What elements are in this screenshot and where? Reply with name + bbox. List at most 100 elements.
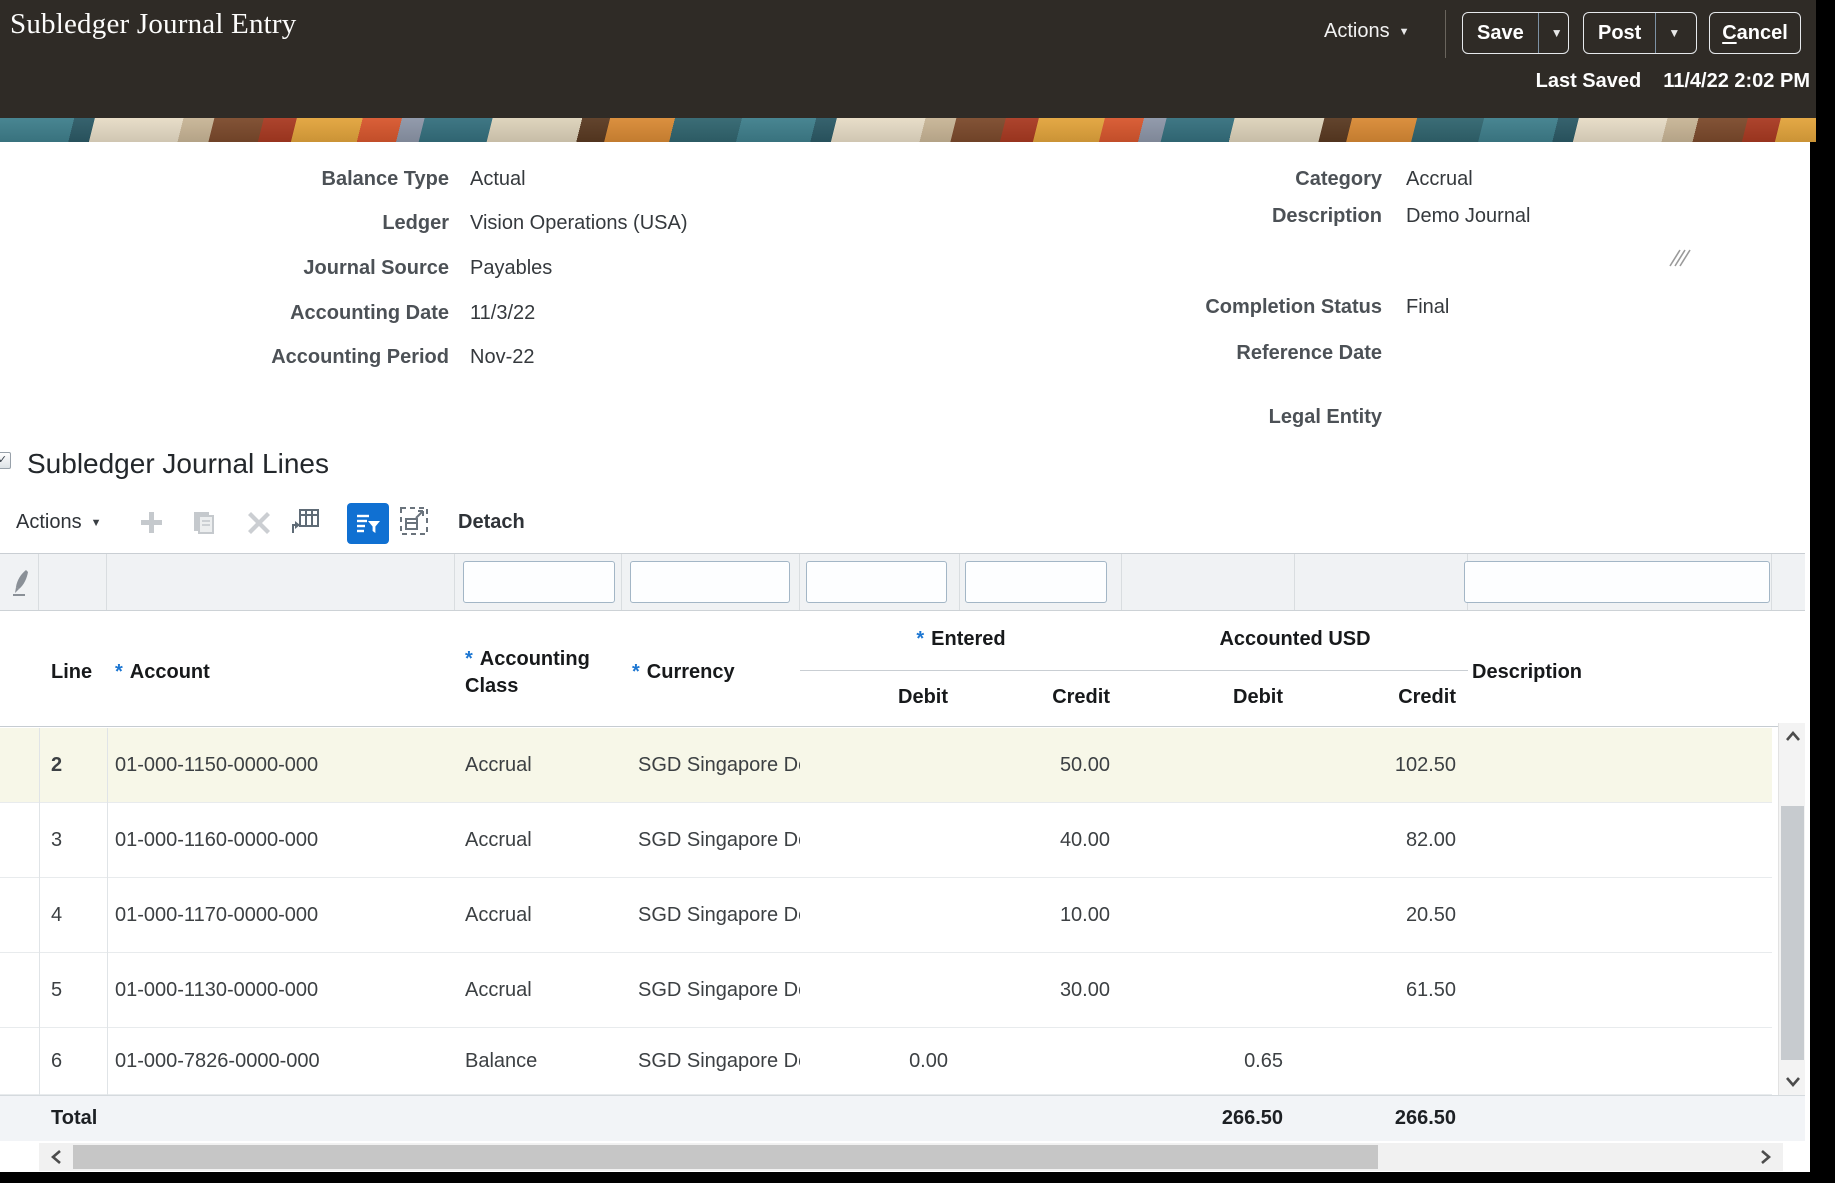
filter-cell-line [39, 554, 107, 610]
col-header-currency[interactable]: * Currency [632, 661, 735, 684]
row-edit-cell [0, 803, 39, 877]
reference-date-label: Reference Date [1236, 342, 1382, 364]
cell-account[interactable]: 01-000-7826-0000-000 [107, 1050, 455, 1073]
row-edit-cell [0, 953, 39, 1027]
accounting-period-value: Nov-22 [470, 346, 535, 368]
cell-accounting-class[interactable]: Balance [455, 1050, 622, 1073]
query-by-example-toggle[interactable] [347, 503, 389, 544]
col-header-line[interactable]: Line [51, 661, 92, 684]
post-button[interactable]: Post ▼ [1583, 12, 1697, 54]
col-header-accounted-debit[interactable]: Debit [1122, 686, 1283, 709]
cell-entered-credit[interactable]: 30.00 [960, 979, 1122, 1002]
vertical-scrollbar[interactable] [1778, 723, 1805, 1095]
filter-cell-accounted-debit [1122, 554, 1295, 610]
section-disclosure-icon[interactable]: ✓ [0, 452, 11, 469]
col-header-description[interactable]: Description [1472, 661, 1582, 684]
accounting-period-label: Accounting Period [271, 346, 449, 368]
horizontal-scroll-thumb[interactable] [73, 1145, 1378, 1169]
table-row[interactable]: 2 01-000-1150-0000-000 Accrual SGD Singa… [0, 728, 1772, 803]
chevron-down-icon: ▼ [90, 516, 102, 529]
cell-currency[interactable]: SGD Singapore Do [622, 904, 800, 927]
col-header-entered-debit[interactable]: Debit [800, 686, 948, 709]
balance-type-value: Actual [470, 168, 526, 190]
scroll-down-icon[interactable] [1779, 1069, 1806, 1095]
vertical-scroll-thumb[interactable] [1781, 806, 1804, 1060]
accounting-date-value: 11/3/22 [470, 302, 536, 324]
chevron-down-icon: ▼ [1668, 26, 1681, 40]
cell-accounting-class[interactable]: Accrual [455, 754, 622, 777]
section-title: Subledger Journal Lines [27, 448, 329, 479]
detach-icon[interactable] [399, 506, 429, 541]
cell-currency[interactable]: SGD Singapore Do [622, 829, 800, 852]
delete-row-icon[interactable] [246, 510, 272, 541]
completion-status-label: Completion Status [1205, 296, 1382, 318]
total-accounted-debit: 266.50 [1221, 1107, 1283, 1129]
cell-accounting-class[interactable]: Accrual [455, 829, 622, 852]
save-button[interactable]: Save ▼ [1462, 12, 1569, 54]
page-body: Balance Type Actual Ledger Vision Operat… [0, 142, 1810, 1172]
filter-input-currency[interactable] [630, 561, 790, 603]
post-button-label[interactable]: Post [1584, 22, 1655, 45]
cell-line: 2 [51, 753, 63, 776]
table-body: 2 01-000-1150-0000-000 Accrual SGD Singa… [0, 728, 1772, 1095]
col-header-accounting-class[interactable]: * Accounting Class [465, 646, 617, 700]
col-group-accounted-usd: Accounted USD [1219, 628, 1371, 650]
save-button-label[interactable]: Save [1463, 22, 1538, 45]
detach-label[interactable]: Detach [458, 511, 525, 534]
row-edit-cell [0, 1028, 39, 1094]
go-to-row-icon[interactable] [290, 507, 321, 541]
filter-input-entered-debit[interactable] [806, 561, 947, 603]
resize-grip-icon[interactable] [1666, 248, 1692, 273]
cell-line: 5 [51, 978, 63, 1001]
header-actions-menu[interactable]: Actions ▼ [1324, 20, 1409, 43]
cell-accounting-class[interactable]: Accrual [455, 904, 622, 927]
cell-line: 6 [51, 1049, 63, 1072]
cell-entered-credit[interactable]: 50.00 [960, 754, 1122, 777]
table-row[interactable]: 4 01-000-1170-0000-000 Accrual SGD Singa… [0, 878, 1772, 953]
total-edit-cell [0, 1096, 39, 1141]
filter-cell-edit [0, 554, 39, 610]
cell-account[interactable]: 01-000-1150-0000-000 [107, 754, 455, 777]
table-row[interactable]: 3 01-000-1160-0000-000 Accrual SGD Singa… [0, 803, 1772, 878]
filter-input-entered-credit[interactable] [965, 561, 1107, 603]
cell-account[interactable]: 01-000-1130-0000-000 [107, 979, 455, 1002]
filter-cell-accounted-credit [1295, 554, 1468, 610]
col-header-account[interactable]: * Account [115, 661, 210, 684]
col-header-accounted-credit[interactable]: Credit [1295, 686, 1456, 709]
total-label: Total [51, 1107, 98, 1129]
scroll-left-icon[interactable] [39, 1143, 73, 1171]
decor-banner [0, 118, 1816, 142]
header-actions-label: Actions [1324, 20, 1390, 42]
cell-currency[interactable]: SGD Singapore Do [622, 754, 800, 777]
filter-input-description[interactable] [1464, 561, 1770, 603]
cancel-button[interactable]: Cancel [1709, 12, 1801, 54]
ledger-value: Vision Operations (USA) [470, 212, 688, 234]
row-edit-cell [0, 878, 39, 952]
post-dropdown-arrow[interactable]: ▼ [1655, 13, 1692, 53]
duplicate-row-icon[interactable] [190, 509, 217, 541]
scroll-right-icon[interactable] [1749, 1143, 1783, 1171]
cell-accounting-class[interactable]: Accrual [455, 979, 622, 1002]
cell-currency[interactable]: SGD Singapore Do [622, 979, 800, 1002]
last-saved-label: Last Saved [1535, 70, 1642, 92]
table-row[interactable]: 6 01-000-7826-0000-000 Balance SGD Singa… [0, 1028, 1772, 1095]
lines-actions-menu[interactable]: Actions ▼ [16, 511, 101, 534]
add-row-icon[interactable] [138, 509, 165, 541]
cell-entered-credit[interactable]: 40.00 [960, 829, 1122, 852]
filter-input-accounting-class[interactable] [463, 561, 615, 603]
page-title: Subledger Journal Entry [10, 8, 297, 40]
group-header-divider [800, 670, 1468, 671]
table-row[interactable]: 5 01-000-1130-0000-000 Accrual SGD Singa… [0, 953, 1772, 1028]
scroll-up-icon[interactable] [1779, 723, 1806, 749]
cell-entered-debit[interactable]: 0.00 [800, 1050, 960, 1073]
save-dropdown-arrow[interactable]: ▼ [1537, 13, 1575, 53]
cell-account[interactable]: 01-000-1160-0000-000 [107, 829, 455, 852]
total-accounted-credit: 266.50 [1394, 1107, 1456, 1129]
cell-currency[interactable]: SGD Singapore Do [622, 1050, 800, 1073]
cell-account[interactable]: 01-000-1170-0000-000 [107, 904, 455, 927]
col-header-entered-credit[interactable]: Credit [960, 686, 1110, 709]
horizontal-scrollbar[interactable] [39, 1143, 1783, 1171]
cell-entered-credit[interactable]: 10.00 [960, 904, 1122, 927]
cell-accounted-debit: 0.65 [1244, 1049, 1283, 1072]
col-group-entered: * Entered [916, 628, 1006, 650]
